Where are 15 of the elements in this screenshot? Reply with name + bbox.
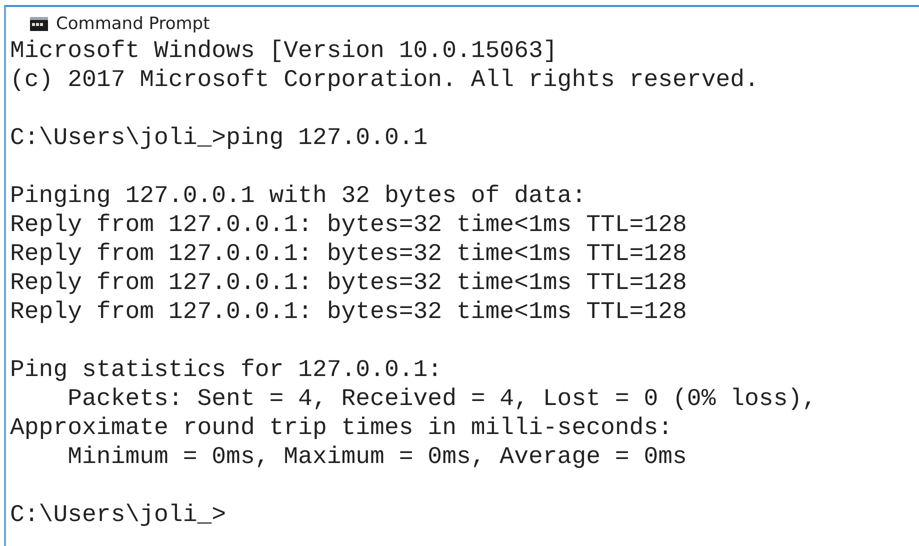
console-line: Minimum = 0ms, Maximum = 0ms, Average = 0ms <box>66 443 688 472</box>
console-line: Pinging 127.0.0.1 with 32 bytes of data: <box>10 182 588 211</box>
console-line: C:\Users\joli_>ping 127.0.0.1 <box>10 124 429 153</box>
console-line: Reply from 127.0.0.1: bytes=32 time<1ms TTL=128 <box>10 211 688 240</box>
console-line: Microsoft Windows [Version 10.0.15063] <box>10 37 558 66</box>
window-title: Command Prompt <box>56 14 210 34</box>
console-line: C:\Users\joli_> <box>10 501 228 530</box>
console-line: Reply from 127.0.0.1: bytes=32 time<1ms TTL=128 <box>10 298 688 327</box>
console-line: Reply from 127.0.0.1: bytes=32 time<1ms TTL=128 <box>10 269 688 298</box>
console-line: Packets: Sent = 4, Received = 4, Lost = 0 (0% loss), <box>66 385 818 414</box>
console-line: (c) 2017 Microsoft Corporation. All rights reserved. <box>10 66 760 95</box>
console-line: Approximate round trip times in milli-seconds: <box>10 414 674 443</box>
console-line: Ping statistics for 127.0.0.1: <box>10 356 444 385</box>
console-line: Reply from 127.0.0.1: bytes=32 time<1ms TTL=128 <box>10 240 688 269</box>
console-icon <box>30 17 48 31</box>
